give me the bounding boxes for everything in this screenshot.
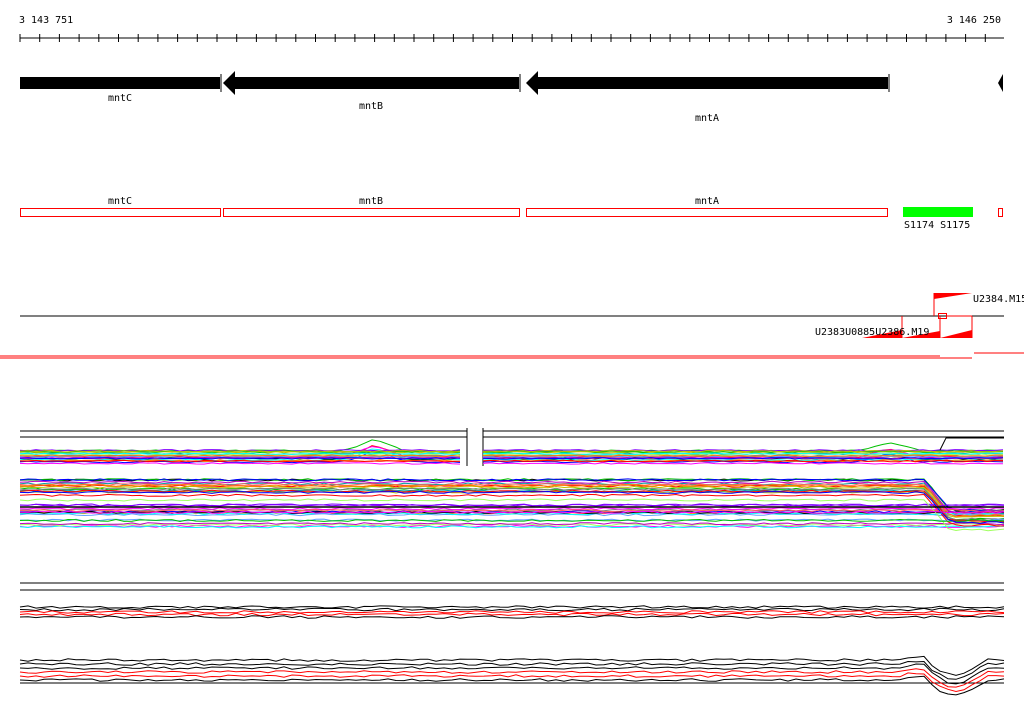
cluster-marker-c[interactable] <box>940 330 972 338</box>
expression-track-4 <box>19 655 1005 696</box>
feature-S1174-S1175[interactable]: S1174 S1175 <box>903 207 973 231</box>
profile-line <box>19 675 1005 696</box>
annotation-partial[interactable] <box>998 208 1003 217</box>
genome-browser-view: 3 143 751 3 146 250 mntC mntB mntA mntC <box>0 15 1024 696</box>
profile-line <box>19 462 461 465</box>
gene-label-mntC: mntC <box>108 93 132 104</box>
cluster-marker-top[interactable] <box>934 293 972 299</box>
end-coordinate: 3 146 250 <box>947 15 1001 26</box>
gene-label-mntB: mntB <box>359 101 383 112</box>
gene-label-mntA: mntA <box>695 113 719 124</box>
expression-profiles-b <box>19 478 1005 532</box>
gene-mntB[interactable]: mntB <box>223 71 521 112</box>
annotation-mntB[interactable]: mntB <box>223 196 520 217</box>
feature-bar[interactable] <box>903 207 973 217</box>
cluster-label-bottom: U2383U0885U2386.M19 <box>815 327 929 338</box>
expression-track-2 <box>19 478 1005 532</box>
coordinate-ruler: 3 143 751 3 146 250 <box>19 15 1004 42</box>
annotation-label-mntC: mntC <box>108 196 132 207</box>
profile-line <box>19 605 1005 609</box>
profile-line <box>19 612 1005 617</box>
profile-line <box>19 668 1005 688</box>
expression-profiles-c <box>19 605 1005 619</box>
annotation-track: mntC mntB mntA S1174 S1175 <box>20 196 1003 231</box>
annotation-mntC[interactable]: mntC <box>20 196 221 217</box>
annotation-label-mntB: mntB <box>359 196 383 207</box>
expression-track-1 <box>19 428 1004 466</box>
gene-track: mntC mntB mntA <box>20 71 1003 124</box>
gene-mntA[interactable]: mntA <box>526 71 890 124</box>
cluster-label-top: U2384.M15 <box>973 294 1024 305</box>
expression-track-3 <box>19 582 1005 619</box>
cluster-track: U2384.M15 U2383U0885U2386.M19 <box>0 293 1024 359</box>
profile-line <box>19 610 1005 614</box>
gene-mntC[interactable]: mntC <box>20 74 222 104</box>
start-coordinate: 3 143 751 <box>19 15 73 26</box>
feature-labels: S1174 S1175 <box>904 220 970 231</box>
profile-line <box>19 607 1005 612</box>
profile-line <box>19 672 1005 693</box>
annotation-mntA[interactable]: mntA <box>526 196 888 217</box>
gene-partial[interactable] <box>998 74 1003 92</box>
expression-profiles-d <box>19 655 1005 696</box>
annotation-label-mntA: mntA <box>695 196 719 207</box>
profile-line <box>939 437 1004 451</box>
profile-line <box>482 462 1004 465</box>
profile-line <box>19 615 1005 619</box>
expression-profiles-a <box>19 437 1004 465</box>
